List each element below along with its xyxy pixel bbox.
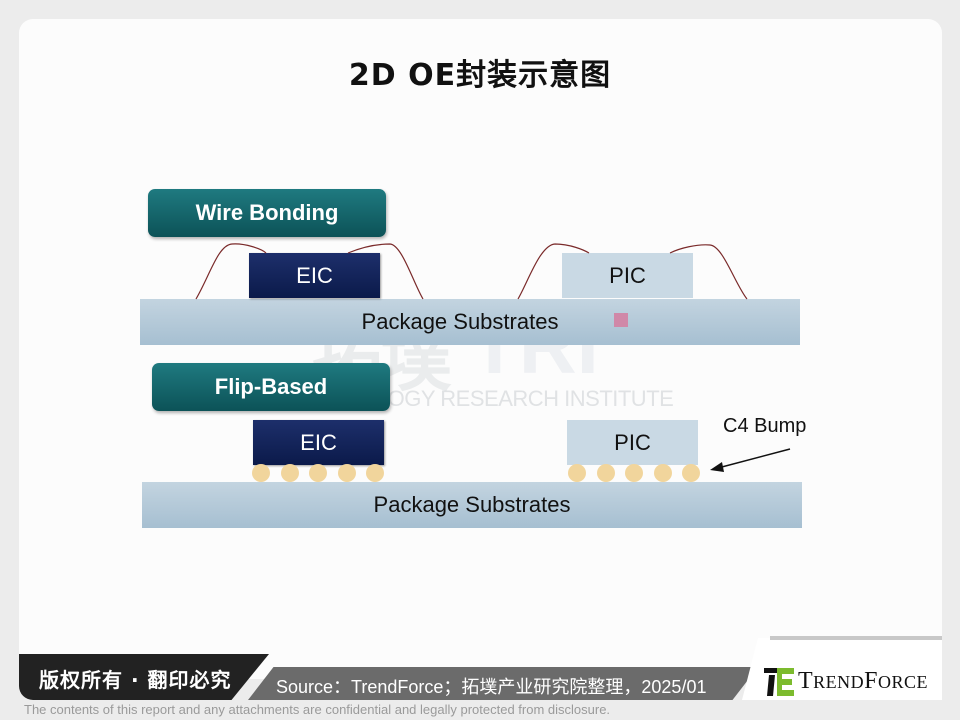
c4-bump — [366, 464, 384, 482]
c4-bump — [682, 464, 700, 482]
c4-bump — [653, 464, 672, 482]
c4-bump — [337, 464, 356, 482]
copyright-text: 版权所有 · 翻印必究 — [39, 668, 232, 692]
flip-based-substrate: Package Substrates — [142, 482, 802, 528]
source-text: Source：TrendForce；拓墣产业研究院整理，2025/01 — [276, 677, 707, 697]
disclaimer-text: The contents of this report and any atta… — [24, 702, 611, 717]
bond-wire-pic-right — [669, 244, 748, 300]
c4-bump — [596, 464, 615, 482]
logo-stripe — [770, 636, 942, 640]
c4-bump — [252, 464, 270, 482]
trendforce-logo-icon — [764, 668, 794, 696]
trendforce-logo-text: TRENDFORCE — [798, 668, 929, 694]
c4-bump — [309, 464, 327, 482]
flip-based-label: Flip-Based — [152, 363, 390, 411]
bond-wire-eic-right — [347, 243, 424, 300]
flip-based-pic-chip: PIC — [567, 420, 698, 465]
c4-bump — [625, 464, 643, 482]
flip-based-substrate-label: Package Substrates — [373, 492, 571, 517]
copyright-banner: 版权所有 · 翻印必究 — [19, 654, 269, 700]
c4-bump-label: C4 Bump — [723, 415, 807, 437]
bond-wires — [195, 243, 791, 472]
c4-bump — [568, 464, 586, 482]
c4-arrow — [710, 448, 791, 472]
source-banner: Source：TrendForce；拓墣产业研究院整理，2025/01 — [248, 667, 758, 700]
bond-wire-eic-left — [195, 243, 267, 300]
c4-bump — [280, 464, 299, 482]
bond-wire-pic-left — [517, 243, 590, 300]
flip-based-eic-chip: EIC — [253, 420, 384, 465]
